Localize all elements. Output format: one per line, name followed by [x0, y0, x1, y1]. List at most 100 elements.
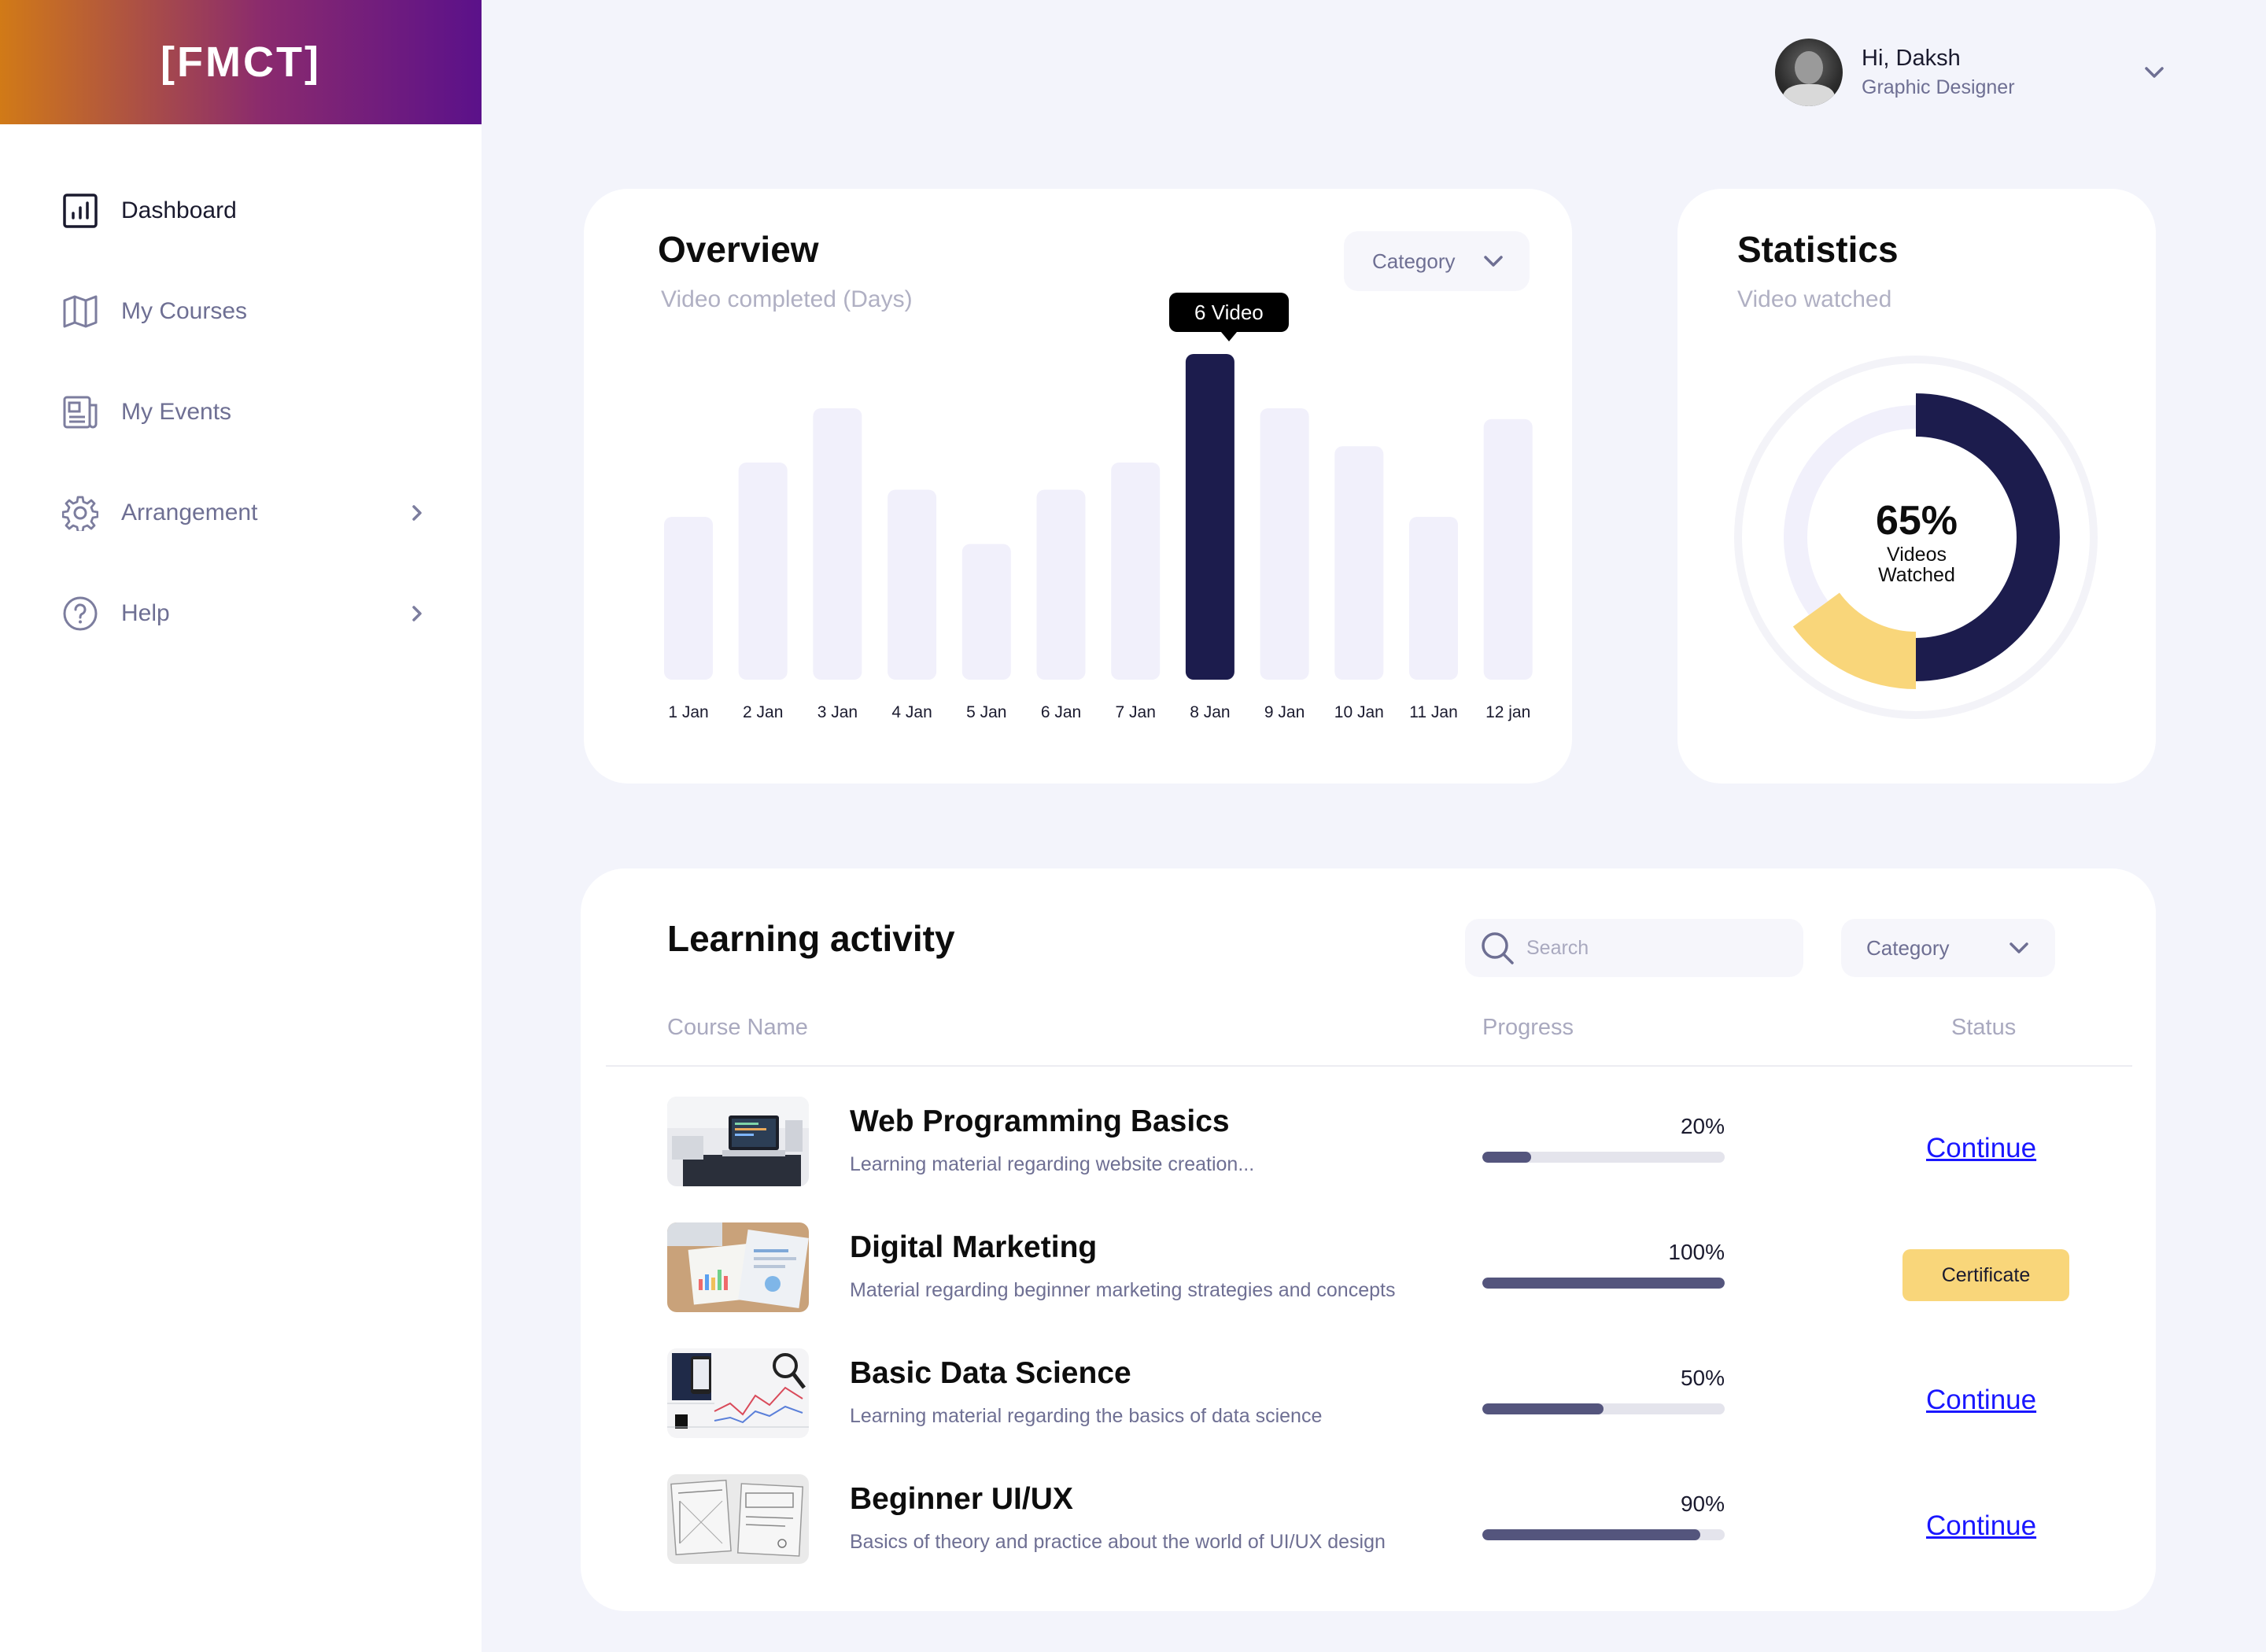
chart-icon	[61, 192, 99, 230]
progress-bar-fill	[1482, 1152, 1531, 1163]
course-description: Material regarding beginner marketing st…	[850, 1279, 1396, 1301]
course-title[interactable]: Digital Marketing	[850, 1230, 1097, 1265]
table-row[interactable]: Digital Marketing Material regarding beg…	[667, 1222, 2083, 1314]
bar-4-jan[interactable]	[888, 489, 937, 680]
x-tick-label: 4 Jan	[891, 703, 932, 721]
progress-bar	[1482, 1278, 1725, 1289]
charts-paper-thumbnail[interactable]	[667, 1222, 809, 1312]
laptop-thumbnail[interactable]	[667, 1097, 809, 1186]
table-row[interactable]: Beginner UI/UX Basics of theory and prac…	[667, 1474, 2083, 1565]
chevron-down-icon	[2005, 934, 2033, 962]
newspaper-icon	[61, 393, 99, 431]
column-header-progress: Progress	[1482, 1015, 1574, 1040]
bar-9-jan[interactable]	[1260, 408, 1309, 680]
course-title[interactable]: Web Programming Basics	[850, 1104, 1230, 1139]
progress-percent: 100%	[1668, 1240, 1725, 1264]
sidebar-item-label: My Courses	[121, 298, 248, 324]
user-menu[interactable]: Hi, Daksh Graphic Designer	[1775, 38, 2168, 107]
x-tick-label: 8 Jan	[1190, 703, 1230, 721]
x-tick-label: 5 Jan	[966, 703, 1006, 721]
x-tick-label: 10 Jan	[1334, 703, 1384, 721]
bar-3-jan[interactable]	[813, 408, 862, 680]
avatar[interactable]	[1775, 39, 1843, 106]
bar-8-jan[interactable]	[1185, 354, 1234, 680]
wireframe-thumbnail[interactable]	[667, 1474, 809, 1564]
x-tick-label: 2 Jan	[743, 703, 783, 721]
donut-percent: 65%	[1875, 498, 1958, 544]
gear-icon	[61, 494, 99, 532]
user-info: Hi, Daksh Graphic Designer	[1862, 46, 2015, 99]
bar-5-jan[interactable]	[961, 544, 1011, 680]
chevron-right-icon	[403, 599, 431, 628]
progress-bar	[1482, 1403, 1725, 1414]
statistics-card: Statistics Video watched 65% Videos Watc…	[1677, 189, 2156, 784]
certificate-button[interactable]: Certificate	[1902, 1249, 2069, 1301]
progress-bar-fill	[1482, 1529, 1701, 1540]
x-tick-label: 3 Jan	[817, 703, 858, 721]
continue-link[interactable]: Continue	[1926, 1385, 2036, 1416]
course-description: Basics of theory and practice about the …	[850, 1531, 1386, 1553]
search-icon	[1479, 930, 1515, 966]
x-tick-label: 9 Jan	[1264, 703, 1305, 721]
x-tick-label: 7 Jan	[1116, 703, 1156, 721]
learning-activity-title: Learning activity	[667, 918, 955, 959]
x-tick-label: 6 Jan	[1041, 703, 1081, 721]
donut-label-line2: Watched	[1878, 564, 1955, 587]
brand-logo[interactable]: [FMCT]	[0, 0, 482, 124]
statistics-title: Statistics	[1737, 229, 1899, 270]
overview-bar-chart: 1 Jan 2 Jan 3 Jan 4 Jan 5 Jan 6 Jan 7 Jan 8 Jan…	[664, 354, 1533, 721]
course-description: Learning material regarding the basics o…	[850, 1405, 1323, 1427]
sidebar-item-arrangement[interactable]: Arrangement	[61, 489, 431, 537]
continue-link[interactable]: Continue	[1926, 1510, 2036, 1542]
continue-link[interactable]: Continue	[1926, 1133, 2036, 1164]
bar-12-jan[interactable]	[1483, 419, 1533, 680]
x-tick-label: 11 Jan	[1409, 703, 1458, 721]
bar-11-jan[interactable]	[1409, 517, 1458, 680]
progress-percent: 90%	[1680, 1492, 1725, 1516]
donut-center-label: 65% Videos Watched	[1799, 497, 2035, 586]
table-row[interactable]: Basic Data Science Learning material reg…	[667, 1348, 2083, 1440]
search-input[interactable]	[1526, 936, 1786, 960]
x-tick-label: 1 Jan	[668, 703, 708, 721]
bar-7-jan[interactable]	[1111, 463, 1161, 680]
chart-tooltip: 6 Video	[1168, 293, 1289, 341]
sidebar-item-label: Dashboard	[121, 197, 237, 223]
progress-percent: 20%	[1680, 1114, 1725, 1138]
help-icon	[61, 595, 99, 632]
sidebar-item-label: Arrangement	[121, 500, 258, 525]
x-tick-label: 12 jan	[1485, 703, 1530, 721]
donut-label-line1: Videos	[1887, 544, 1947, 566]
chevron-right-icon	[403, 499, 431, 527]
statistics-subtitle: Video watched	[1737, 286, 1892, 312]
search-input-wrapper[interactable]	[1465, 919, 1803, 977]
sidebar: [FMCT] Dashboard My Courses My Events Ar…	[0, 0, 482, 1652]
sidebar-item-my-events[interactable]: My Events	[61, 389, 431, 436]
progress-bar-fill	[1482, 1403, 1604, 1414]
table-row[interactable]: Web Programming Basics Learning material…	[667, 1097, 2083, 1188]
course-title[interactable]: Basic Data Science	[850, 1356, 1131, 1391]
sidebar-item-my-courses[interactable]: My Courses	[61, 288, 431, 335]
course-description: Learning material regarding website crea…	[850, 1153, 1255, 1175]
phone-graph-thumbnail[interactable]	[667, 1348, 809, 1438]
sidebar-item-label: Help	[121, 600, 170, 626]
course-title[interactable]: Beginner UI/UX	[850, 1482, 1073, 1517]
bar-10-jan[interactable]	[1334, 446, 1384, 680]
progress-bar-fill	[1482, 1278, 1725, 1289]
chevron-down-icon[interactable]	[2140, 58, 2168, 87]
sidebar-item-help[interactable]: Help	[61, 590, 431, 637]
bar-6-jan[interactable]	[1036, 489, 1086, 680]
column-header-course-name: Course Name	[667, 1015, 808, 1040]
user-name: Hi, Daksh	[1862, 46, 1961, 71]
user-role: Graphic Designer	[1862, 76, 2015, 98]
bar-2-jan[interactable]	[738, 463, 788, 680]
table-divider	[606, 1065, 2132, 1067]
progress-percent: 50%	[1680, 1366, 1725, 1390]
dropdown-label: Category	[1866, 935, 1950, 960]
progress-bar	[1482, 1152, 1725, 1163]
learning-category-dropdown[interactable]: Category	[1841, 919, 2055, 977]
sidebar-item-dashboard[interactable]: Dashboard	[61, 187, 431, 234]
column-header-status: Status	[1951, 1015, 2017, 1040]
bar-1-jan[interactable]	[664, 517, 713, 680]
sidebar-item-label: My Events	[121, 399, 232, 425]
overview-card: Overview Video completed (Days) Category…	[584, 189, 1572, 784]
